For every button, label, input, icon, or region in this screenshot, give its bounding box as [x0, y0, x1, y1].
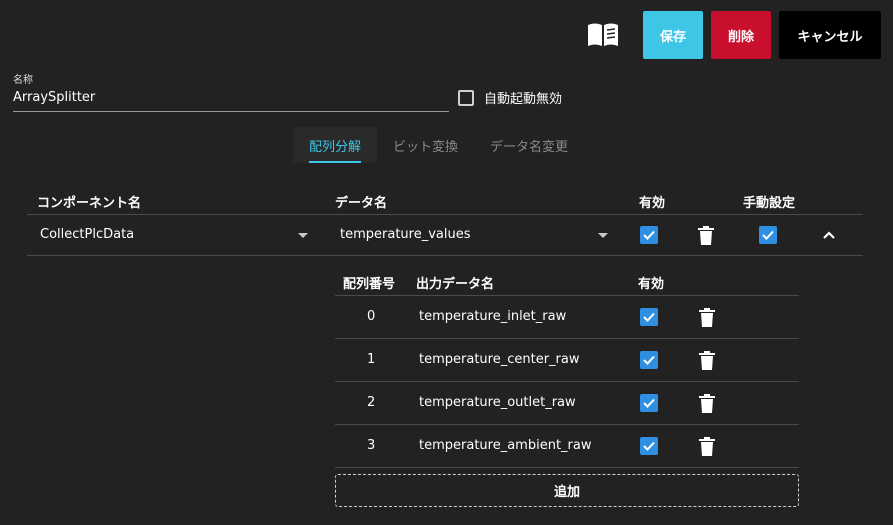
list-item: 1 temperature_center_raw [335, 339, 799, 382]
enabled-checkbox[interactable] [640, 437, 658, 455]
autostart-toggle[interactable]: 自動起動無効 [458, 88, 562, 107]
check-icon [643, 398, 655, 408]
array-index: 0 [367, 309, 376, 324]
output-name[interactable]: temperature_inlet_raw [419, 309, 566, 324]
chevron-up-icon[interactable] [822, 229, 836, 244]
save-button[interactable]: 保存 [643, 11, 703, 59]
trash-icon[interactable] [698, 226, 714, 245]
array-index: 2 [367, 395, 376, 410]
trash-icon[interactable] [699, 394, 715, 413]
enabled-checkbox[interactable] [640, 394, 658, 412]
trash-icon[interactable] [699, 308, 715, 327]
array-index: 1 [367, 352, 376, 367]
book-icon[interactable] [585, 20, 621, 50]
output-name[interactable]: temperature_outlet_raw [419, 395, 576, 410]
delete-button[interactable]: 削除 [711, 11, 771, 59]
enabled-checkbox[interactable] [640, 351, 658, 369]
name-label: 名称 [13, 75, 33, 86]
name-input[interactable] [13, 88, 449, 112]
header-sub-enabled: 有効 [638, 277, 665, 292]
header-manual: 手動設定 [743, 196, 796, 211]
enabled-checkbox[interactable] [640, 226, 658, 244]
check-icon [643, 230, 655, 240]
header-enabled: 有効 [639, 196, 666, 211]
tab-bit-convert[interactable]: ビット変換 [377, 127, 474, 163]
data-select[interactable]: temperature_values [340, 227, 471, 242]
check-icon [643, 441, 655, 451]
list-item: 0 temperature_inlet_raw [335, 296, 799, 339]
check-icon [762, 230, 774, 240]
tab-array-split[interactable]: 配列分解 [293, 127, 378, 163]
table-row: CollectPlcData temperature_values [27, 215, 863, 256]
cancel-button[interactable]: キャンセル [779, 11, 881, 59]
add-button[interactable]: 追加 [335, 474, 799, 507]
list-item: 2 temperature_outlet_raw [335, 382, 799, 425]
manual-checkbox[interactable] [759, 226, 777, 244]
component-select[interactable]: CollectPlcData [40, 227, 134, 242]
chevron-down-icon[interactable] [598, 233, 608, 238]
tab-data-rename[interactable]: データ名変更 [474, 127, 584, 163]
chevron-down-icon[interactable] [298, 233, 308, 238]
output-name[interactable]: temperature_center_raw [419, 352, 579, 367]
name-field: 名称 [13, 71, 449, 112]
list-item: 3 temperature_ambient_raw [335, 425, 799, 468]
header-data: データ名 [335, 196, 388, 211]
tab-bar: 配列分解 ビット変換 データ名変更 [293, 127, 584, 163]
output-name[interactable]: temperature_ambient_raw [419, 438, 592, 453]
header-index: 配列番号 [343, 277, 396, 292]
check-icon [643, 312, 655, 322]
table-header: コンポーネント名 データ名 有効 手動設定 [27, 186, 863, 215]
enabled-checkbox[interactable] [640, 308, 658, 326]
autostart-checkbox[interactable] [458, 89, 474, 106]
check-icon [643, 355, 655, 365]
subtable-header: 配列番号 出力データ名 有効 [335, 263, 799, 296]
header-output: 出力データ名 [416, 277, 495, 292]
array-index: 3 [367, 438, 376, 453]
trash-icon[interactable] [699, 437, 715, 456]
autostart-label: 自動起動無効 [484, 92, 563, 107]
trash-icon[interactable] [699, 351, 715, 370]
header-component: コンポーネント名 [37, 196, 142, 211]
toolbar: 保存 削除 キャンセル [585, 11, 881, 59]
